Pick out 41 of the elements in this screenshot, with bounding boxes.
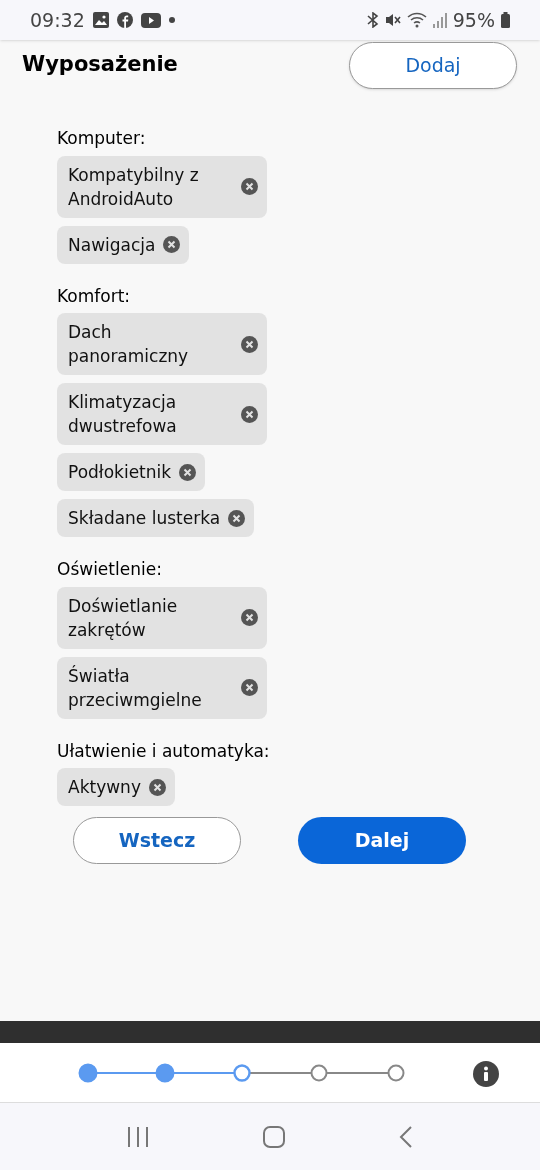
video-icon	[140, 12, 161, 28]
info-icon[interactable]	[473, 1061, 499, 1087]
feature-chip: Składane lusterka	[57, 499, 255, 537]
remove-icon[interactable]	[163, 236, 181, 253]
feature-chip: Kompatybilny z AndroidAuto	[57, 155, 267, 218]
remove-icon[interactable]	[228, 509, 246, 527]
battery-icon	[501, 12, 510, 28]
feature-chip: Podłokietnik	[57, 453, 206, 491]
remove-icon[interactable]	[241, 679, 258, 696]
status-time: 09:32	[30, 7, 85, 33]
home-icon[interactable]	[262, 1124, 286, 1149]
feature-chip: Dach panoramiczny	[57, 313, 267, 375]
feature-chip: Aktywny	[57, 768, 175, 806]
section-heading: Komfort:	[57, 284, 131, 308]
battery-level: 95%	[452, 7, 495, 33]
wifi-icon	[406, 12, 427, 28]
recent-apps-icon[interactable]	[126, 1124, 150, 1149]
facebook-icon	[116, 12, 133, 28]
section-heading: Oświetlenie:	[57, 558, 162, 581]
remove-icon[interactable]	[148, 778, 166, 796]
section-heading: Komputer:	[57, 127, 146, 150]
back-button[interactable]: Wstecz	[73, 816, 241, 864]
bluetooth-icon	[366, 12, 379, 28]
feature-chip: Doświetlanie zakrętów	[57, 586, 267, 649]
signal-icon	[432, 12, 447, 28]
mute-icon	[384, 12, 401, 28]
remove-icon[interactable]	[179, 463, 197, 481]
feature-chip: Światła przeciwmgielne	[57, 656, 267, 719]
feature-chip: Klimatyzacja dwustrefowa	[57, 383, 267, 445]
feature-chip: Nawigacja	[57, 225, 190, 264]
next-button[interactable]: Dalej	[298, 816, 466, 864]
remove-icon[interactable]	[241, 335, 258, 353]
remove-icon[interactable]	[241, 609, 258, 626]
back-icon[interactable]	[398, 1124, 414, 1149]
remove-icon[interactable]	[241, 405, 258, 423]
remove-icon[interactable]	[241, 178, 258, 195]
page-title: Wyposażenie	[22, 51, 178, 79]
add-button[interactable]: Dodaj	[349, 41, 517, 89]
section-heading: Ułatwienie i automatyka:	[57, 739, 270, 763]
dot-icon	[168, 17, 175, 23]
gallery-icon	[92, 12, 109, 28]
